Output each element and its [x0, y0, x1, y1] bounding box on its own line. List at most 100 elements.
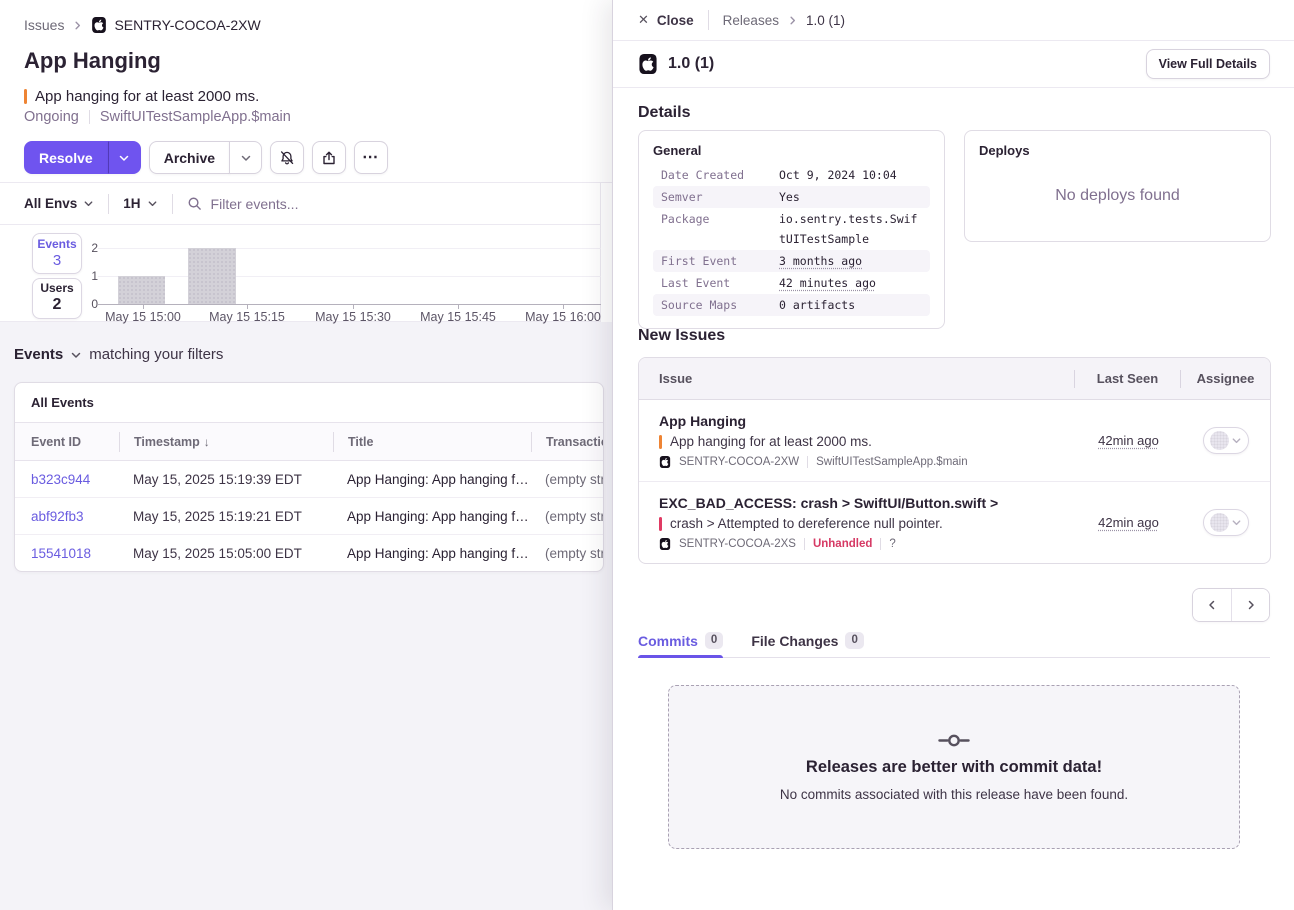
event-table-row: 15541018 May 15, 2025 15:05:00 EDT App H…: [15, 535, 603, 572]
kv-value-tooltip[interactable]: 42 minutes ago: [779, 273, 922, 293]
artifacts-link[interactable]: 0 artifacts: [779, 295, 922, 315]
issue-title-link[interactable]: App Hanging: [659, 413, 1068, 429]
apple-platform-icon: [659, 538, 671, 550]
x-axis-tickmark: [458, 305, 459, 309]
assignee-cell: [1181, 509, 1270, 536]
breadcrumb-releases-link[interactable]: Releases: [723, 13, 779, 28]
commits-empty-state: Releases are better with commit data! No…: [668, 685, 1240, 849]
new-issues-table: Issue Last Seen Assignee App Hanging App…: [638, 357, 1271, 564]
event-title: App Hanging: App hanging for at least 20…: [333, 509, 531, 524]
more-actions-button[interactable]: ⋯: [354, 141, 388, 174]
next-page-button[interactable]: [1231, 589, 1269, 621]
issue-title-link[interactable]: EXC_BAD_ACCESS: crash > SwiftUI/Button.s…: [659, 495, 1068, 511]
x-axis-label: May 15 15:45: [413, 310, 503, 324]
last-seen-value[interactable]: 42min ago: [1098, 515, 1159, 530]
last-seen-value[interactable]: 42min ago: [1098, 433, 1159, 448]
kv-key: Date Created: [661, 165, 779, 185]
event-transaction: (empty string): [531, 472, 603, 487]
share-button[interactable]: [312, 141, 346, 174]
filter-events-input[interactable]: [211, 196, 511, 212]
breadcrumb-issues-link[interactable]: Issues: [24, 17, 64, 33]
y-axis-tick: 1: [78, 269, 98, 283]
users-count-value: 2: [53, 296, 62, 314]
issue-details-page: Issues SENTRY-COCOA-2XW App Hanging App …: [0, 0, 612, 910]
kv-row-last-event: Last Event 42 minutes ago: [653, 272, 930, 294]
assignee-dropdown[interactable]: [1203, 427, 1249, 454]
previous-page-button[interactable]: [1193, 589, 1231, 621]
unsubscribe-button[interactable]: [270, 141, 304, 174]
last-seen-cell: 42min ago: [1076, 515, 1181, 530]
chevron-down-icon: [147, 198, 158, 209]
tab-file-changes[interactable]: File Changes 0: [751, 624, 864, 657]
fatal-level-bar: [659, 517, 662, 531]
issue-description-row: crash > Attempted to dereference null po…: [659, 516, 1068, 531]
apple-platform-icon: [91, 17, 107, 33]
chevron-down-icon[interactable]: [70, 349, 82, 361]
apple-platform-icon: [659, 456, 671, 468]
new-issues-table-header: Issue Last Seen Assignee: [639, 358, 1270, 400]
x-axis-tickmark: [353, 305, 354, 309]
close-panel-button[interactable]: ✕ Close: [638, 12, 694, 28]
issue-description: crash > Attempted to dereference null po…: [670, 516, 943, 531]
assignee-dropdown[interactable]: [1203, 509, 1249, 536]
environment-selector[interactable]: All Envs: [24, 196, 94, 211]
events-count-toggle[interactable]: Events 3: [32, 233, 82, 274]
resolve-dropdown-button[interactable]: [108, 141, 141, 174]
chevron-down-icon: [1231, 517, 1242, 528]
event-transaction: (empty string): [531, 546, 603, 561]
column-header-issue: Issue: [639, 371, 1074, 386]
time-period-selector[interactable]: 1H: [123, 196, 157, 211]
archive-dropdown-button[interactable]: [229, 141, 262, 174]
chevron-down-icon: [1231, 435, 1242, 446]
chevron-left-icon: [1206, 599, 1218, 611]
resolve-split-button: Resolve: [24, 141, 141, 174]
all-events-tab[interactable]: All Events: [15, 383, 603, 423]
issue-title: App Hanging: [24, 48, 161, 74]
x-axis-line: [98, 304, 601, 305]
events-heading-dropdown[interactable]: Events: [14, 346, 63, 363]
apple-platform-icon: [638, 54, 658, 74]
no-deploys-message: No deploys found: [979, 164, 1256, 228]
column-header-event-id: Event ID: [15, 432, 119, 452]
bell-slash-icon: [279, 150, 295, 166]
breadcrumb-project[interactable]: SENTRY-COCOA-2XW: [91, 17, 260, 33]
event-table-row: b323c944 May 15, 2025 15:19:39 EDT App H…: [15, 461, 603, 498]
archive-button[interactable]: Archive: [149, 141, 230, 174]
issue-cell: EXC_BAD_ACCESS: crash > SwiftUI/Button.s…: [639, 482, 1076, 563]
divider: [172, 194, 173, 214]
x-axis-label: May 15 16:00: [518, 310, 608, 324]
error-level-bar: [659, 435, 662, 449]
x-axis-label: May 15 15:00: [98, 310, 188, 324]
divider: [108, 194, 109, 214]
divider: [880, 538, 881, 550]
column-header-timestamp[interactable]: Timestamp ↓: [119, 432, 333, 452]
timestamp-header-label: Timestamp: [134, 435, 200, 449]
divider: [89, 110, 90, 124]
release-tabs: Commits 0 File Changes 0: [638, 624, 1270, 658]
unknown-handled-indicator: ?: [889, 538, 895, 550]
view-full-details-button[interactable]: View Full Details: [1146, 49, 1270, 79]
resolve-button[interactable]: Resolve: [24, 141, 108, 174]
kv-key: Last Event: [661, 273, 779, 293]
event-timestamp: May 15, 2025 15:19:21 EDT: [119, 509, 333, 524]
event-id-link[interactable]: abf92fb3: [15, 509, 119, 524]
event-transaction: (empty string): [531, 509, 603, 524]
tab-commits[interactable]: Commits 0: [638, 624, 723, 657]
events-table-header: Event ID Timestamp ↓ Title Transaction: [15, 423, 603, 461]
events-count-label: Events: [37, 238, 76, 252]
empty-state-title: Releases are better with commit data!: [806, 758, 1102, 777]
events-count-value: 3: [53, 252, 61, 269]
new-issue-row: EXC_BAD_ACCESS: crash > SwiftUI/Button.s…: [639, 482, 1270, 563]
details-heading: Details: [638, 104, 690, 122]
kv-value: Yes: [779, 187, 922, 207]
git-commit-icon: [938, 733, 970, 748]
event-id-link[interactable]: b323c944: [15, 472, 119, 487]
sort-descending-icon: ↓: [204, 435, 210, 449]
issue-description-row: App hanging for at least 2000 ms.: [24, 88, 259, 105]
kv-row-first-event: First Event 3 months ago: [653, 250, 930, 272]
event-graph-section: Events 3 Users 2 2 1 0 Ma: [0, 225, 601, 322]
users-count-toggle[interactable]: Users 2: [32, 278, 82, 319]
kv-value-tooltip[interactable]: 3 months ago: [779, 251, 922, 271]
x-axis-label: May 15 15:30: [308, 310, 398, 324]
event-id-link[interactable]: 15541018: [15, 546, 119, 561]
